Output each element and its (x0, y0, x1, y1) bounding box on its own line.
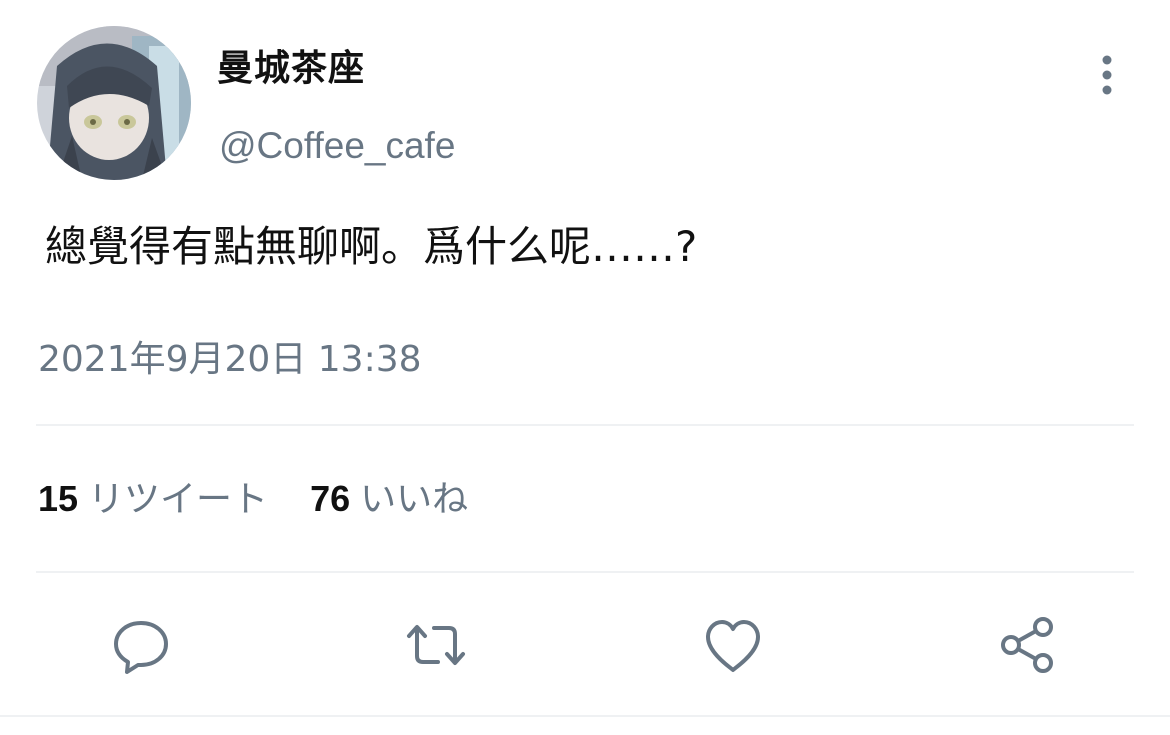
like-stat[interactable]: 76 いいね (310, 478, 469, 520)
avatar-image (37, 26, 191, 180)
tweet-timestamp[interactable]: 2021年9月20日 13:38 (38, 336, 422, 384)
retweet-icon (407, 625, 465, 665)
reply-button[interactable] (106, 610, 176, 680)
like-label: いいね (360, 479, 469, 520)
retweet-label: リツイート (88, 479, 269, 520)
comment-icon (114, 621, 168, 674)
like-button[interactable] (698, 610, 768, 680)
tweet-text: 總覺得有點無聊啊。爲什么呢……? (45, 222, 698, 271)
like-count: 76 (310, 478, 351, 519)
display-name[interactable]: 曼城茶座 (217, 44, 365, 94)
divider (0, 715, 1170, 717)
divider (36, 424, 1134, 426)
avatar[interactable] (37, 26, 191, 180)
divider (36, 571, 1134, 573)
more-options-button[interactable] (1088, 52, 1126, 98)
retweet-count: 15 (38, 478, 79, 519)
share-icon (1001, 617, 1053, 673)
like-icon (706, 620, 760, 672)
retweet-button[interactable] (401, 610, 471, 680)
more-vertical-icon (1102, 55, 1112, 95)
user-handle[interactable]: @Coffee_cafe (219, 123, 455, 169)
engagement-stats: 15 リツイート 76 いいね (38, 474, 468, 525)
share-button[interactable] (994, 610, 1064, 680)
retweet-stat[interactable]: 15 リツイート (38, 478, 269, 520)
